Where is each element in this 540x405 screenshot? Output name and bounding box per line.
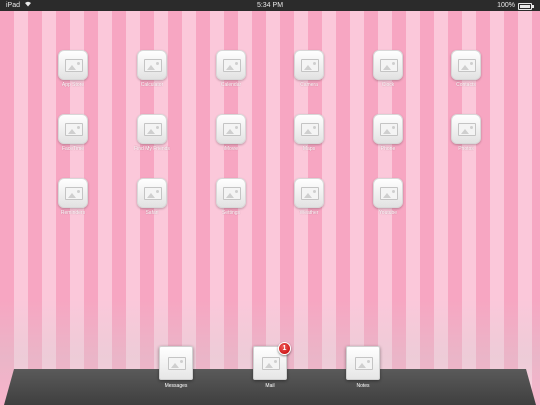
settings-app[interactable]: Settings	[201, 178, 261, 216]
reminders-app[interactable]: Reminders	[43, 178, 103, 216]
app-placeholder-icon	[58, 50, 88, 80]
safari-app[interactable]: Safari	[122, 178, 182, 216]
app-placeholder-icon	[216, 178, 246, 208]
app-label: App Store	[61, 82, 85, 88]
app-placeholder-icon: 1	[253, 342, 291, 380]
calendar-app[interactable]: Calendar	[201, 50, 261, 88]
imovie-app[interactable]: iMovie	[201, 114, 261, 152]
facetime-app[interactable]: FaceTime	[43, 114, 103, 152]
app-placeholder-icon	[373, 114, 403, 144]
app-label: Safari	[145, 210, 159, 216]
app-label: Settings	[221, 210, 241, 216]
dock-messages-app[interactable]: Messages	[151, 346, 201, 389]
app-label: Maps	[302, 146, 316, 152]
app-store-app[interactable]: App Store	[43, 50, 103, 88]
app-placeholder-icon	[216, 114, 246, 144]
app-label: Camera	[300, 82, 318, 88]
app-label: Calculator	[140, 82, 164, 88]
home-screen-grid: App Store Calculator Calendar Camera Clo…	[0, 0, 540, 300]
app-label: Youtube	[378, 210, 398, 216]
app-placeholder-icon	[346, 346, 380, 380]
app-placeholder-icon	[294, 178, 324, 208]
weather-app[interactable]: Weather	[279, 178, 339, 216]
app-placeholder-icon	[58, 178, 88, 208]
dock-notes-app[interactable]: Notes	[338, 346, 388, 389]
app-placeholder-icon	[294, 114, 324, 144]
app-label: Clock	[381, 82, 395, 88]
youtube-app[interactable]: Youtube	[358, 178, 418, 216]
photos-app[interactable]: Photos	[436, 114, 496, 152]
app-placeholder-icon	[137, 50, 167, 80]
notification-badge: 1	[278, 342, 291, 355]
app-label: Photos	[458, 146, 474, 152]
dock-app-label: Messages	[164, 383, 188, 389]
contacts-app[interactable]: Contacts	[436, 50, 496, 88]
app-label: iMovie	[223, 146, 239, 152]
app-placeholder-icon	[451, 114, 481, 144]
app-placeholder-icon	[159, 346, 193, 380]
app-placeholder-icon	[294, 50, 324, 80]
app-placeholder-icon	[137, 114, 167, 144]
app-placeholder-icon	[216, 50, 246, 80]
app-label: FaceTime	[61, 146, 85, 152]
app-label: Find My Friends	[134, 146, 170, 152]
app-placeholder-icon	[373, 178, 403, 208]
dock-app-label: Mail	[265, 383, 275, 389]
camera-app[interactable]: Camera	[279, 50, 339, 88]
find-my-friends-app[interactable]: Find My Friends	[122, 114, 182, 152]
app-placeholder-icon	[451, 50, 481, 80]
app-placeholder-icon	[373, 50, 403, 80]
app-label: Phone	[380, 146, 396, 152]
dock-app-label: Notes	[356, 383, 370, 389]
app-placeholder-icon	[58, 114, 88, 144]
clock-app[interactable]: Clock	[358, 50, 418, 88]
app-label: Reminders	[60, 210, 86, 216]
app-placeholder-icon	[137, 178, 167, 208]
dock-mail-app[interactable]: 1 Mail	[245, 342, 295, 389]
calculator-app[interactable]: Calculator	[122, 50, 182, 88]
app-label: Calendar	[220, 82, 242, 88]
maps-app[interactable]: Maps	[279, 114, 339, 152]
app-label: Contacts	[456, 82, 476, 88]
app-label: Weather	[299, 210, 319, 216]
phone-app[interactable]: Phone	[358, 114, 418, 152]
